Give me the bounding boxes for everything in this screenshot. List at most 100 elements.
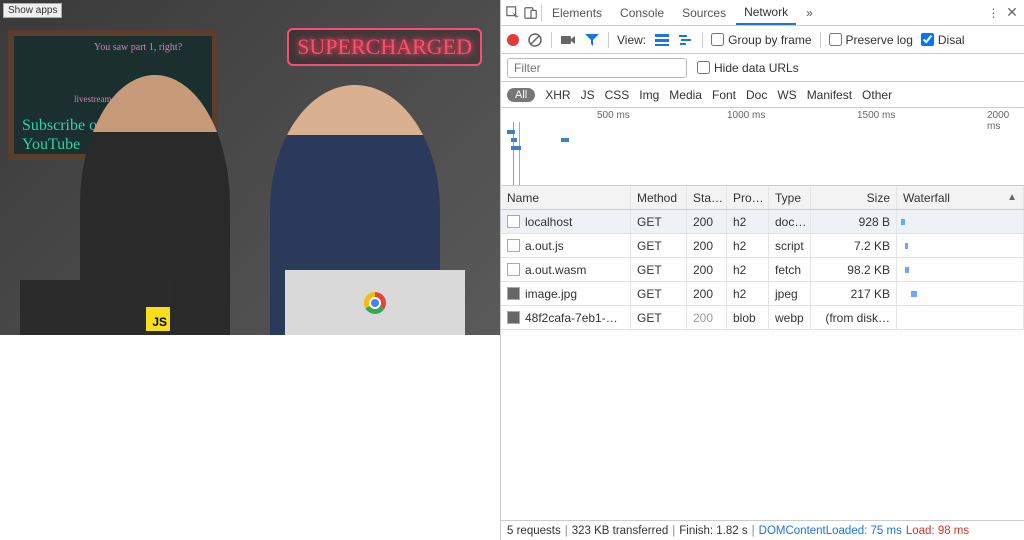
cell-protocol: h2	[727, 258, 769, 281]
js-sticker: JS	[146, 307, 170, 331]
cell-size: 98.2 KB	[811, 258, 897, 281]
cell-status: 200	[687, 258, 727, 281]
type-js[interactable]: JS	[581, 88, 595, 102]
type-other[interactable]: Other	[862, 88, 892, 102]
network-toolbar: View: Group by frame Preserve log Disal	[501, 26, 1024, 54]
cell-method: GET	[631, 306, 687, 329]
col-waterfall[interactable]: Waterfall▲	[897, 186, 1024, 209]
timeline-tick: 1000 ms	[727, 110, 765, 121]
type-manifest[interactable]: Manifest	[807, 88, 852, 102]
separator	[551, 32, 552, 48]
type-img[interactable]: Img	[639, 88, 659, 102]
network-filterbar: Hide data URLs	[501, 54, 1024, 82]
cell-method: GET	[631, 258, 687, 281]
timeline-tick: 500 ms	[597, 110, 630, 121]
status-transferred: 323 KB transferred	[572, 525, 669, 537]
network-timeline[interactable]: 500 ms 1000 ms 1500 ms 2000 ms	[501, 108, 1024, 186]
cell-type: jpeg	[769, 282, 811, 305]
cell-name: 48f2cafa-7eb1-…	[525, 311, 618, 325]
cell-protocol: h2	[727, 234, 769, 257]
devtools-panel: Elements Console Sources Network » ⋮ ✕ V…	[500, 0, 1024, 540]
table-row[interactable]: a.out.jsGET200h2script7.2 KB	[501, 234, 1024, 258]
cell-status: 200	[687, 234, 727, 257]
disable-cache-label: Disal	[938, 33, 965, 47]
table-row[interactable]: 48f2cafa-7eb1-… GET200blobwebp(from disk…	[501, 306, 1024, 330]
close-icon[interactable]: ✕	[1004, 5, 1020, 21]
device-toggle-icon[interactable]	[523, 5, 539, 21]
col-size[interactable]: Size	[811, 186, 897, 209]
type-doc[interactable]: Doc	[746, 88, 767, 102]
cell-size: (from disk…	[811, 306, 897, 329]
network-statusbar: 5 requests | 323 KB transferred | Finish…	[501, 520, 1024, 540]
cell-method: GET	[631, 210, 687, 233]
type-font[interactable]: Font	[712, 88, 736, 102]
col-status[interactable]: Sta…	[687, 186, 727, 209]
cell-status: 200	[687, 306, 727, 329]
cell-size: 217 KB	[811, 282, 897, 305]
cell-size: 928 B	[811, 210, 897, 233]
cell-waterfall	[897, 210, 1024, 233]
document-file-icon	[507, 263, 520, 276]
filter-input[interactable]	[507, 58, 687, 78]
neon-sign: SUPERCHARGED	[287, 28, 482, 66]
timeline-bar	[511, 146, 521, 150]
col-type[interactable]: Type	[769, 186, 811, 209]
cell-name: a.out.js	[525, 239, 564, 253]
network-typebar: All XHR JS CSS Img Media Font Doc WS Man…	[501, 82, 1024, 108]
table-header: Name Method Sta… Pro… Type Size Waterfal…	[501, 186, 1024, 210]
kebab-menu-icon[interactable]: ⋮	[986, 5, 1002, 21]
content-pane: Show apps You saw part 1, right? livestr…	[0, 0, 500, 540]
cell-method: GET	[631, 234, 687, 257]
camera-icon[interactable]	[560, 32, 576, 48]
tab-elements[interactable]: Elements	[544, 2, 610, 24]
group-by-frame-checkbox[interactable]: Group by frame	[711, 33, 811, 47]
cell-status: 200	[687, 282, 727, 305]
video-thumbnail: Show apps You saw part 1, right? livestr…	[0, 0, 500, 335]
tab-network[interactable]: Network	[736, 1, 796, 25]
chalk-text-1: You saw part 1, right?	[94, 42, 182, 53]
cell-type: script	[769, 234, 811, 257]
type-css[interactable]: CSS	[605, 88, 630, 102]
col-protocol[interactable]: Pro…	[727, 186, 769, 209]
type-xhr[interactable]: XHR	[545, 88, 570, 102]
view-label: View:	[617, 33, 646, 47]
col-method[interactable]: Method	[631, 186, 687, 209]
hide-data-urls-checkbox[interactable]: Hide data URLs	[697, 61, 799, 75]
tab-console[interactable]: Console	[612, 2, 672, 24]
table-row[interactable]: image.jpgGET200h2jpeg217 KB	[501, 282, 1024, 306]
status-finish: Finish: 1.82 s	[679, 525, 747, 537]
cell-protocol: blob	[727, 306, 769, 329]
cell-waterfall	[897, 282, 1024, 305]
cell-waterfall	[897, 258, 1024, 281]
document-file-icon	[507, 215, 520, 228]
sort-asc-icon: ▲	[1007, 192, 1017, 203]
type-all[interactable]: All	[507, 88, 535, 102]
disable-cache-checkbox[interactable]: Disal	[921, 33, 965, 47]
overview-icon[interactable]	[678, 32, 694, 48]
filter-icon[interactable]	[584, 32, 600, 48]
separator	[702, 32, 703, 48]
type-media[interactable]: Media	[669, 88, 702, 102]
tab-sources[interactable]: Sources	[674, 2, 734, 24]
timeline-bar	[561, 138, 569, 142]
cell-name: a.out.wasm	[525, 263, 586, 277]
laptop-right	[285, 270, 465, 335]
cell-protocol: h2	[727, 282, 769, 305]
hide-data-urls-label: Hide data URLs	[714, 61, 799, 75]
separator	[820, 32, 821, 48]
col-name[interactable]: Name	[501, 186, 631, 209]
large-rows-icon[interactable]	[654, 32, 670, 48]
clear-icon[interactable]	[527, 32, 543, 48]
show-apps-button[interactable]: Show apps	[3, 3, 62, 18]
record-button-icon[interactable]	[507, 34, 519, 46]
table-row[interactable]: localhostGET200h2doc…928 B	[501, 210, 1024, 234]
inspect-element-icon[interactable]	[505, 5, 521, 21]
timeline-bar	[507, 130, 515, 134]
type-ws[interactable]: WS	[777, 88, 796, 102]
table-row[interactable]: a.out.wasmGET200h2fetch98.2 KB	[501, 258, 1024, 282]
tab-more[interactable]: »	[798, 2, 821, 24]
timeline-tick: 2000 ms	[987, 110, 1024, 132]
cell-type: webp	[769, 306, 811, 329]
preserve-log-checkbox[interactable]: Preserve log	[829, 33, 913, 47]
status-load: Load: 98 ms	[906, 525, 969, 537]
